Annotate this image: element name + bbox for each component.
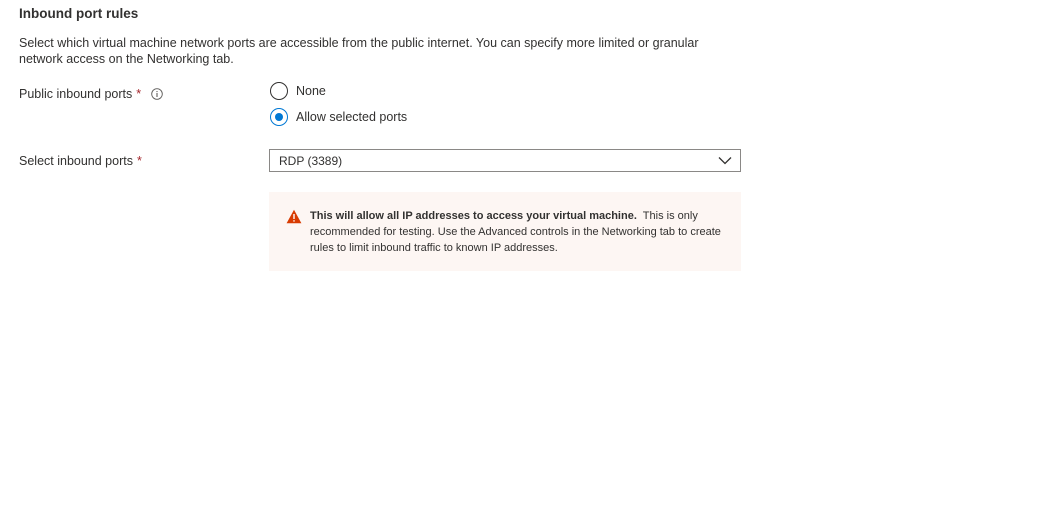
radio-none[interactable] [270, 82, 288, 100]
section-title: Inbound port rules [19, 6, 139, 21]
select-inbound-ports-label: Select inbound ports * [19, 154, 142, 168]
select-inbound-ports-dropdown[interactable]: RDP (3389) [269, 149, 741, 172]
public-inbound-ports-label: Public inbound ports * [19, 87, 163, 101]
dropdown-selected-value: RDP (3389) [279, 153, 343, 168]
radio-option-none[interactable]: None [270, 82, 326, 100]
radio-allow-selected-ports[interactable] [270, 108, 288, 126]
public-inbound-ports-label-text: Public inbound ports [19, 87, 133, 101]
radio-allow-selected-ports-label: Allow selected ports [296, 110, 408, 124]
warning-icon [286, 208, 302, 227]
section-description: Select which virtual machine network por… [19, 36, 699, 66]
warning-bold-text: This will allow all IP addresses to acce… [310, 210, 637, 222]
chevron-down-icon [718, 153, 732, 168]
required-star: * [136, 154, 142, 168]
warning-message: This will allow all IP addresses to acce… [269, 192, 741, 271]
radio-option-allow-selected-ports[interactable]: Allow selected ports [270, 108, 407, 126]
info-icon[interactable] [151, 88, 163, 100]
warning-text: This will allow all IP addresses to acce… [310, 208, 723, 256]
select-inbound-ports-label-text: Select inbound ports [19, 154, 133, 168]
radio-none-label: None [296, 84, 326, 98]
required-star: * [136, 87, 142, 101]
